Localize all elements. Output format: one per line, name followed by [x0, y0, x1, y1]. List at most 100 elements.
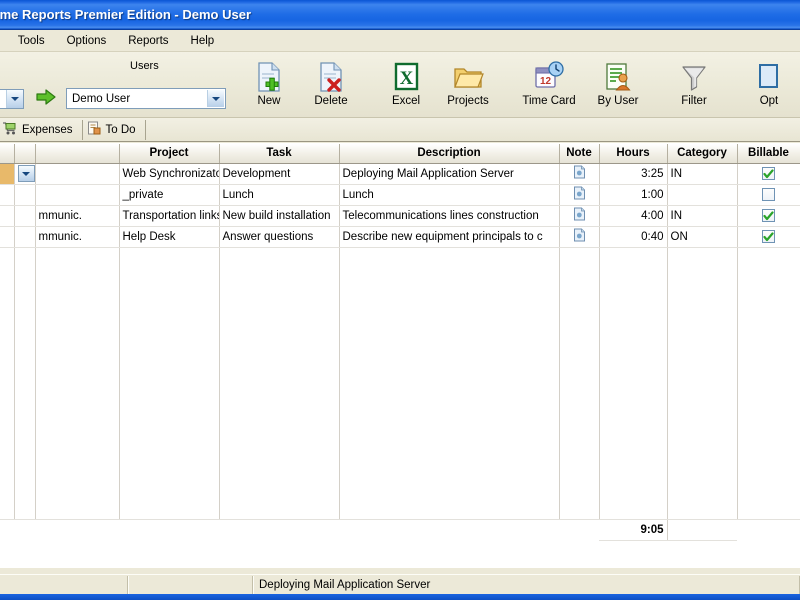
cell-description[interactable]: Lunch	[339, 184, 560, 206]
chevron-down-icon[interactable]	[17, 165, 34, 182]
cell-client[interactable]: mmunic.	[35, 205, 120, 227]
cell-task[interactable]: Answer questions	[219, 226, 340, 248]
cell-hours[interactable]: 4:00	[599, 205, 668, 227]
col-header-category[interactable]: Category	[667, 144, 738, 164]
cell-project[interactable]: Help Desk	[119, 226, 220, 248]
cell-billable[interactable]	[737, 184, 800, 206]
empty-cell	[737, 247, 800, 520]
tab-todo[interactable]: To Do	[83, 119, 146, 140]
cell-description[interactable]: Telecommunications lines construction	[339, 205, 560, 227]
row-dropdown-cell[interactable]	[14, 163, 36, 185]
new-button[interactable]: New	[238, 56, 300, 107]
cell-project[interactable]: Web Synchronizator	[119, 163, 220, 185]
cell-client[interactable]: mmunic.	[35, 226, 120, 248]
row-dropdown-cell[interactable]	[14, 205, 36, 227]
toolbar-button-label: Time Card	[522, 95, 576, 107]
col-header-project[interactable]: Project	[119, 144, 220, 164]
total-blank	[35, 519, 119, 540]
empty-cell	[667, 247, 738, 520]
note-icon[interactable]	[573, 228, 586, 245]
cell-hours[interactable]: 3:25	[599, 163, 668, 185]
time-card-button[interactable]: 12 Time Card	[512, 56, 586, 107]
projects-button[interactable]: Projects	[437, 56, 499, 107]
table-row[interactable]: Web Synchronizator Development Deploying…	[0, 163, 800, 185]
row-selector-strip[interactable]	[0, 184, 15, 206]
cell-task[interactable]: Development	[219, 163, 340, 185]
excel-button[interactable]: X Excel	[375, 56, 437, 107]
by-user-icon	[602, 60, 634, 94]
cell-billable[interactable]	[737, 163, 800, 185]
row-dropdown-cell[interactable]	[14, 226, 36, 248]
menu-item-tools[interactable]: Tools	[7, 32, 56, 50]
cell-hours[interactable]: 0:40	[599, 226, 668, 248]
options-button[interactable]: Opt	[738, 56, 800, 107]
row-dropdown-cell[interactable]	[14, 184, 36, 206]
delete-button[interactable]: Delete	[300, 56, 362, 107]
toolbar-buttons: New Delete X Excel Projects 12 Time Card…	[238, 52, 800, 117]
tab-expenses[interactable]: Expenses	[0, 119, 83, 140]
total-blank	[119, 519, 219, 540]
toolbar-button-label: Excel	[391, 95, 421, 107]
period-combo[interactable]	[0, 89, 24, 109]
chevron-down-icon[interactable]	[6, 90, 23, 108]
cell-note[interactable]	[559, 184, 600, 206]
timesheet-grid[interactable]: Project Task Description Note Hours Cate…	[0, 143, 800, 568]
col-header-hours[interactable]: Hours	[599, 144, 668, 164]
col-header-client[interactable]	[35, 144, 120, 164]
cell-description[interactable]: Deploying Mail Application Server	[339, 163, 560, 185]
cell-task[interactable]: New build installation	[219, 205, 340, 227]
table-row[interactable]: mmunic. Transportation links support New…	[0, 205, 800, 227]
note-icon[interactable]	[573, 165, 586, 182]
cell-category[interactable]: ON	[667, 226, 738, 248]
table-row[interactable]: mmunic. Help Desk Answer questions Descr…	[0, 226, 800, 248]
cell-note[interactable]	[559, 163, 600, 185]
billable-checkbox[interactable]	[762, 188, 775, 201]
cell-category[interactable]	[667, 184, 738, 206]
row-selector-strip[interactable]	[0, 205, 15, 227]
chevron-down-icon[interactable]	[207, 90, 224, 107]
filter-button[interactable]: Filter	[663, 56, 725, 107]
total-blank	[559, 519, 599, 540]
grid-empty-area[interactable]	[0, 247, 800, 520]
menu-label: Options	[66, 34, 107, 47]
cell-project[interactable]: Transportation links support	[119, 205, 220, 227]
toolbar-button-label: By User	[597, 95, 639, 107]
by-user-button[interactable]: By User	[586, 56, 650, 107]
users-group: Users Demo User	[0, 52, 226, 117]
col-header-note[interactable]: Note	[559, 144, 600, 164]
menu-label: Tools	[17, 34, 45, 47]
total-blank	[14, 519, 35, 540]
cell-billable[interactable]	[737, 226, 800, 248]
cell-note[interactable]	[559, 226, 600, 248]
menu-item-help[interactable]: Help	[180, 32, 226, 50]
cell-client[interactable]	[35, 184, 120, 206]
window-title: ime Reports Premier Edition - Demo User	[0, 7, 252, 22]
note-icon[interactable]	[573, 186, 586, 203]
billable-checkbox[interactable]	[762, 209, 775, 222]
table-row[interactable]: _private Lunch Lunch 1:00	[0, 184, 800, 206]
toolbar: Users Demo User New Delete X Excel Proje…	[0, 52, 800, 118]
svg-text:X: X	[400, 68, 414, 89]
note-icon[interactable]	[573, 207, 586, 224]
cell-category[interactable]: IN	[667, 163, 738, 185]
col-header-description[interactable]: Description	[339, 144, 560, 164]
go-arrow-icon[interactable]	[36, 89, 56, 108]
cell-project[interactable]: _private	[119, 184, 220, 206]
cell-billable[interactable]	[737, 205, 800, 227]
row-selector-strip[interactable]	[0, 226, 15, 248]
col-header-task[interactable]: Task	[219, 144, 340, 164]
users-combo[interactable]: Demo User	[66, 88, 226, 109]
row-selector-strip[interactable]	[0, 163, 15, 185]
cell-description[interactable]: Describe new equipment principals to c	[339, 226, 560, 248]
billable-checkbox[interactable]	[762, 167, 775, 180]
menu-item-options[interactable]: Options	[56, 32, 118, 50]
cell-hours[interactable]: 1:00	[599, 184, 668, 206]
menu-item-reports[interactable]: Reports	[117, 32, 179, 50]
cell-category[interactable]: IN	[667, 205, 738, 227]
menu-item-clipped[interactable]: y	[0, 32, 7, 50]
cell-note[interactable]	[559, 205, 600, 227]
billable-checkbox[interactable]	[762, 230, 775, 243]
cell-task[interactable]: Lunch	[219, 184, 340, 206]
cell-client[interactable]	[35, 163, 120, 185]
col-header-billable[interactable]: Billable	[737, 144, 800, 164]
